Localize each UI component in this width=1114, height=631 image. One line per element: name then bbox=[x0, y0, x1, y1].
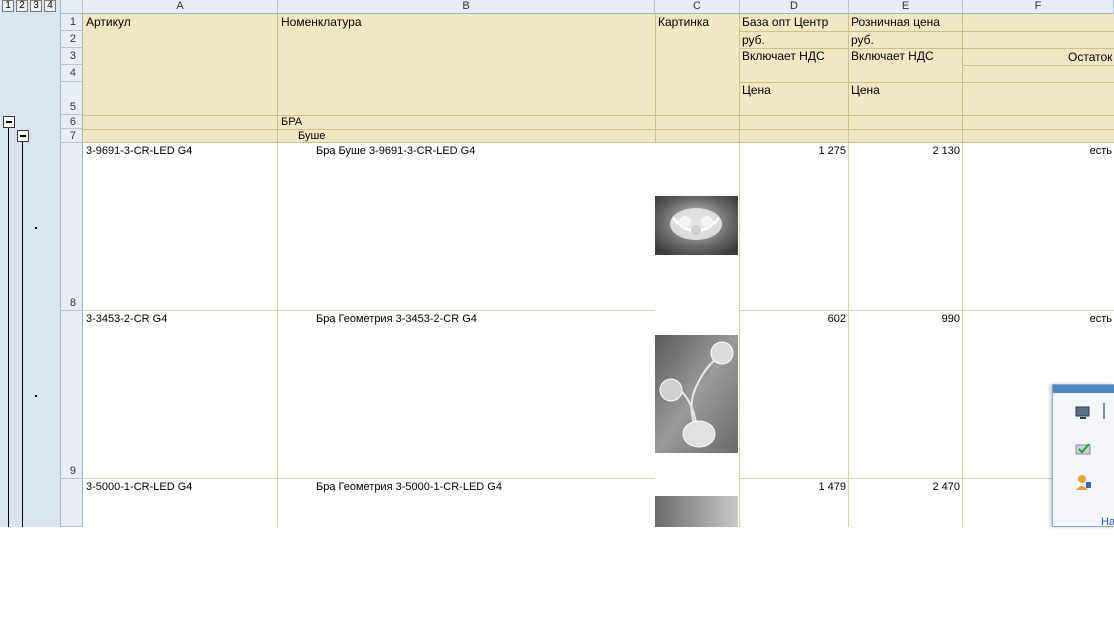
cell-articul: 3-5000-1-CR-LED G4 bbox=[86, 481, 193, 493]
grid-line bbox=[739, 143, 740, 527]
cell-stock: есть bbox=[1089, 313, 1112, 325]
collapse-group-level2-button[interactable] bbox=[17, 130, 29, 142]
panel-item-partial bbox=[1103, 403, 1114, 419]
header-retail-price: Розничная цена bbox=[851, 15, 940, 29]
cell-base-price: 1 275 bbox=[818, 145, 846, 157]
grid-line bbox=[83, 115, 1114, 116]
header-price-e: Цена bbox=[851, 83, 880, 97]
header-base-price: База опт Центр bbox=[742, 15, 829, 29]
column-header-d[interactable]: D bbox=[740, 0, 849, 14]
grid-line bbox=[277, 14, 278, 143]
grid-line bbox=[962, 143, 963, 527]
grid-line bbox=[83, 478, 655, 479]
user-key-icon[interactable] bbox=[1075, 473, 1093, 494]
outline-bracket-level2 bbox=[22, 142, 23, 527]
outline-bracket-level1 bbox=[8, 128, 9, 527]
grid-line bbox=[740, 31, 1114, 32]
grid-line bbox=[739, 14, 740, 143]
row-header[interactable]: 6 bbox=[61, 115, 83, 129]
grid-line bbox=[848, 14, 849, 143]
header-currency-e: руб. bbox=[851, 33, 874, 47]
header-nomenclature: Номенклатура bbox=[281, 15, 362, 29]
wall-lamp-image bbox=[655, 196, 738, 255]
check-icon[interactable] bbox=[1075, 441, 1093, 460]
outline-level-4-button[interactable]: 4 bbox=[44, 0, 56, 12]
cell-articul: 3-3453-2-CR G4 bbox=[86, 313, 168, 325]
cell-name: Бра Геометрия 3-5000-1-CR-LED G4 bbox=[316, 481, 502, 493]
group-label-level1: БРА bbox=[281, 116, 303, 128]
outline-dot bbox=[35, 395, 37, 397]
row-header[interactable]: 5 bbox=[61, 82, 83, 115]
grid-line bbox=[83, 142, 1114, 143]
cell-name: Бра Буше 3-9691-3-CR-LED G4 bbox=[316, 145, 476, 157]
header-currency-d: руб. bbox=[742, 33, 765, 47]
header-picture: Картинка bbox=[658, 15, 710, 29]
grid-line bbox=[740, 82, 1114, 83]
grid-line bbox=[655, 14, 656, 143]
panel-link[interactable]: На bbox=[1101, 516, 1114, 528]
row-header[interactable] bbox=[61, 479, 83, 527]
row-header[interactable]: 4 bbox=[61, 65, 83, 82]
collapse-group-level1-button[interactable] bbox=[3, 116, 15, 128]
column-header-a[interactable]: A bbox=[83, 0, 278, 14]
row-header[interactable]: 7 bbox=[61, 129, 83, 143]
outline-panel bbox=[0, 0, 61, 527]
monitor-icon[interactable] bbox=[1075, 405, 1091, 424]
sconce-image bbox=[655, 335, 738, 453]
grid-line bbox=[848, 143, 849, 527]
row-header[interactable]: 9 bbox=[61, 311, 83, 479]
header-stock: Остаток bbox=[1068, 50, 1113, 64]
grid-line bbox=[83, 310, 655, 311]
floating-panel-titlebar bbox=[1053, 385, 1114, 393]
outline-level-2-button[interactable]: 2 bbox=[16, 0, 28, 12]
floating-panel: На bbox=[1052, 384, 1114, 528]
grid-line bbox=[740, 310, 1114, 311]
cell-retail-price: 2 470 bbox=[932, 481, 960, 493]
header-articul: Артикул bbox=[86, 15, 131, 29]
header-price-d: Цена bbox=[742, 83, 771, 97]
column-header-c[interactable]: C bbox=[655, 0, 740, 14]
column-header-e[interactable]: E bbox=[849, 0, 963, 14]
select-all-corner[interactable] bbox=[61, 0, 83, 14]
grid-line bbox=[277, 143, 278, 527]
row-header[interactable]: 3 bbox=[61, 48, 83, 65]
grid-line bbox=[962, 14, 963, 143]
header-vat-d: Включает НДС bbox=[742, 49, 825, 63]
outline-level-1-button[interactable]: 1 bbox=[2, 0, 14, 12]
cell-articul: 3-9691-3-CR-LED G4 bbox=[86, 145, 193, 157]
outline-level-3-button[interactable]: 3 bbox=[30, 0, 42, 12]
header-vat-e: Включает НДС bbox=[851, 49, 934, 63]
cell-retail-price: 2 130 bbox=[932, 145, 960, 157]
table-header-area bbox=[83, 14, 1114, 143]
row-header[interactable]: 1 bbox=[61, 14, 83, 31]
grid-line bbox=[963, 65, 1114, 66]
cell-name: Бра Геометрия 3-3453-2-CR G4 bbox=[316, 313, 477, 325]
grid-line bbox=[83, 129, 1114, 130]
row-header[interactable]: 8 bbox=[61, 143, 83, 311]
cell-base-price: 602 bbox=[827, 313, 846, 325]
column-header-f[interactable]: F bbox=[963, 0, 1114, 14]
cell-retail-price: 990 bbox=[941, 313, 960, 325]
lamp-image bbox=[655, 496, 738, 527]
outline-dot bbox=[35, 227, 37, 229]
column-header-b[interactable]: B bbox=[278, 0, 655, 14]
row-header[interactable]: 2 bbox=[61, 31, 83, 48]
group-label-level2: Буше bbox=[298, 130, 326, 142]
cell-stock: есть bbox=[1089, 145, 1112, 157]
cell-base-price: 1 479 bbox=[818, 481, 846, 493]
